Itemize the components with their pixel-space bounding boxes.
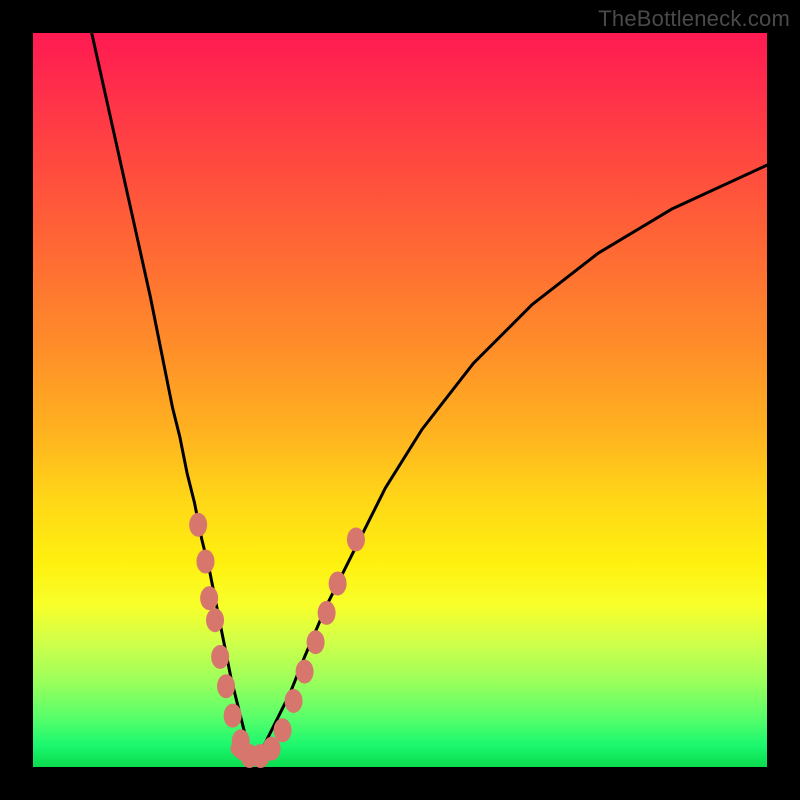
data-marker <box>196 549 214 573</box>
attribution-text: TheBottleneck.com <box>598 6 790 32</box>
data-marker <box>217 674 235 698</box>
data-marker <box>224 704 242 728</box>
data-marker <box>274 718 292 742</box>
curve-layer <box>92 33 767 760</box>
chart-frame: TheBottleneck.com <box>0 0 800 800</box>
marker-layer <box>189 513 365 768</box>
data-marker <box>200 586 218 610</box>
data-marker <box>285 689 303 713</box>
data-marker <box>189 513 207 537</box>
data-marker <box>329 572 347 596</box>
plot-area <box>33 33 767 767</box>
data-marker <box>307 630 325 654</box>
curve-right-branch <box>253 165 767 760</box>
data-marker <box>318 601 336 625</box>
data-marker <box>206 608 224 632</box>
data-marker <box>347 527 365 551</box>
data-marker <box>296 660 314 684</box>
chart-svg <box>33 33 767 767</box>
curve-left-branch <box>92 33 253 760</box>
data-marker <box>211 645 229 669</box>
